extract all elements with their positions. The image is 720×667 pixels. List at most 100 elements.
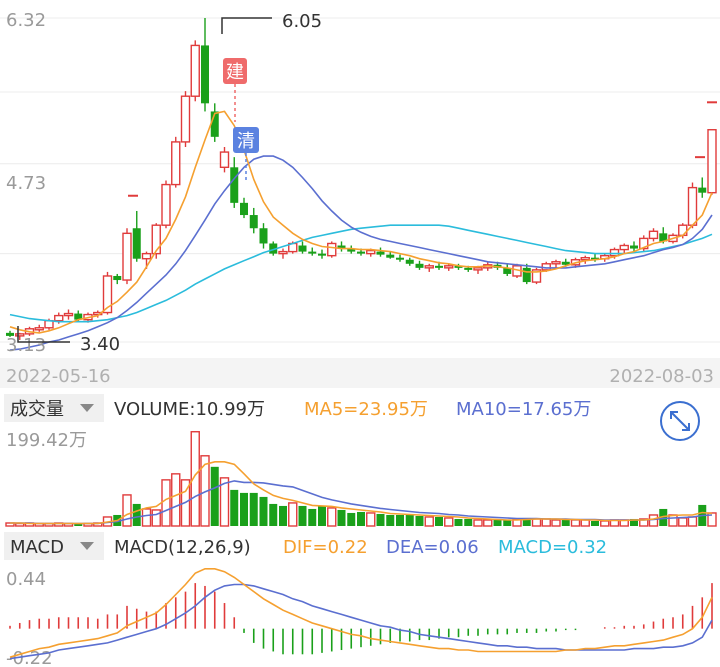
price-y-min-label: 3.13: [6, 335, 46, 356]
candle-body: [580, 256, 590, 261]
volume-bar: [269, 503, 278, 526]
candle-body: [219, 151, 230, 169]
macd-dea-label: DEA=0.06: [386, 537, 479, 558]
volume-y-max-label: 199.42万: [6, 430, 87, 451]
candle-body: [551, 261, 561, 265]
volume-bar: [249, 492, 258, 526]
candle-body: [609, 248, 620, 257]
candle-body: [619, 244, 629, 251]
volume-bar: [444, 517, 454, 527]
volume-bar: [668, 514, 678, 527]
volume-bar: [541, 518, 551, 527]
volume-bar: [132, 503, 141, 526]
volume-ma5-label: MA5=23.95万: [304, 399, 428, 420]
volume-bar: [240, 492, 248, 526]
candle-body: [415, 263, 424, 268]
volume-bar: [570, 519, 581, 527]
volume-selector[interactable]: 成交量: [10, 399, 64, 420]
high-marker-label: 6.05: [282, 11, 322, 32]
volume-bar: [678, 517, 688, 527]
candle-body: [386, 254, 395, 258]
date-start: 2022-05-16: [6, 366, 111, 387]
candle-body: [180, 95, 191, 143]
volume-bar: [435, 516, 443, 526]
volume-bar: [464, 518, 473, 526]
volume-bar: [357, 511, 365, 526]
candle-body: [298, 245, 307, 252]
price-candles: [6, 18, 717, 340]
candle-body: [249, 215, 258, 229]
volume-bars: [5, 431, 717, 527]
macd-value-label: MACD=0.32: [498, 537, 607, 558]
date-end: 2022-08-03: [609, 366, 714, 387]
candle-body: [464, 267, 473, 270]
candle-body: [630, 245, 638, 249]
price-ma5-line: [9, 110, 713, 334]
volume-bar: [230, 489, 239, 526]
candle-body: [54, 314, 64, 322]
volume-bar: [454, 518, 463, 526]
candle-body: [396, 257, 404, 260]
volume-bar: [327, 507, 337, 527]
volume-bar: [531, 518, 542, 527]
volume-bar: [298, 505, 307, 526]
volume-bar: [600, 520, 610, 527]
candle-body: [132, 228, 141, 259]
candle-body: [259, 228, 268, 244]
expand-arrows-icon[interactable]: [660, 401, 700, 441]
volume-bar: [141, 508, 152, 527]
macd-y-max-label: 0.44: [6, 569, 46, 590]
volume-bar: [483, 519, 493, 527]
price-y-mid-label: 4.73: [6, 173, 46, 194]
candle-body: [327, 242, 337, 257]
candle-body: [376, 251, 385, 255]
volume-bar: [259, 496, 268, 526]
volume-bar: [347, 512, 356, 526]
candle-body: [190, 44, 200, 97]
volume-bar: [308, 508, 317, 526]
low-marker-label: 3.40: [80, 334, 120, 355]
volume-bar: [210, 466, 219, 526]
candle-body: [435, 265, 443, 268]
volume-bar: [337, 509, 346, 526]
build-tag: 建: [226, 62, 244, 83]
macd-selector[interactable]: MACD: [10, 537, 64, 558]
volume-bar: [279, 505, 287, 526]
volume-bar: [405, 514, 414, 526]
candle-body: [318, 253, 326, 256]
volume-bar: [424, 516, 434, 527]
candle-body: [424, 265, 434, 269]
candle-body: [648, 230, 659, 240]
volume-bar: [591, 520, 599, 526]
price-ma20-line: [9, 224, 713, 323]
macd-histogram: [9, 583, 713, 655]
clear-tag: 清: [237, 131, 255, 152]
volume-bar: [318, 505, 326, 526]
candle-body: [678, 224, 688, 237]
candle-body: [201, 45, 209, 104]
candle-body: [240, 202, 248, 216]
volume-bar: [551, 519, 561, 527]
macd-params-label: MACD(12,26,9): [114, 537, 251, 558]
volume-bar: [151, 509, 161, 527]
price-ma-lines: [9, 110, 713, 351]
candle-body: [171, 141, 181, 186]
volume-bar: [122, 494, 132, 527]
volume-bar: [648, 514, 659, 527]
volume-bar: [386, 514, 395, 526]
candle-body: [473, 267, 483, 271]
candle-body: [63, 312, 74, 317]
candle-body: [522, 267, 531, 283]
candle-body: [308, 251, 317, 254]
volume-bar: [376, 513, 385, 526]
volume-bar: [366, 512, 376, 527]
volume-bar: [288, 502, 298, 527]
candle-body: [357, 251, 365, 254]
high-marker-line: [221, 17, 272, 34]
volume-ma10-label: MA10=17.65万: [456, 399, 591, 420]
candle-body: [444, 265, 454, 269]
candle-body: [151, 224, 161, 255]
volume-bar: [493, 519, 502, 526]
volume-label: VOLUME:10.99万: [114, 399, 265, 420]
volume-bar: [396, 514, 404, 526]
